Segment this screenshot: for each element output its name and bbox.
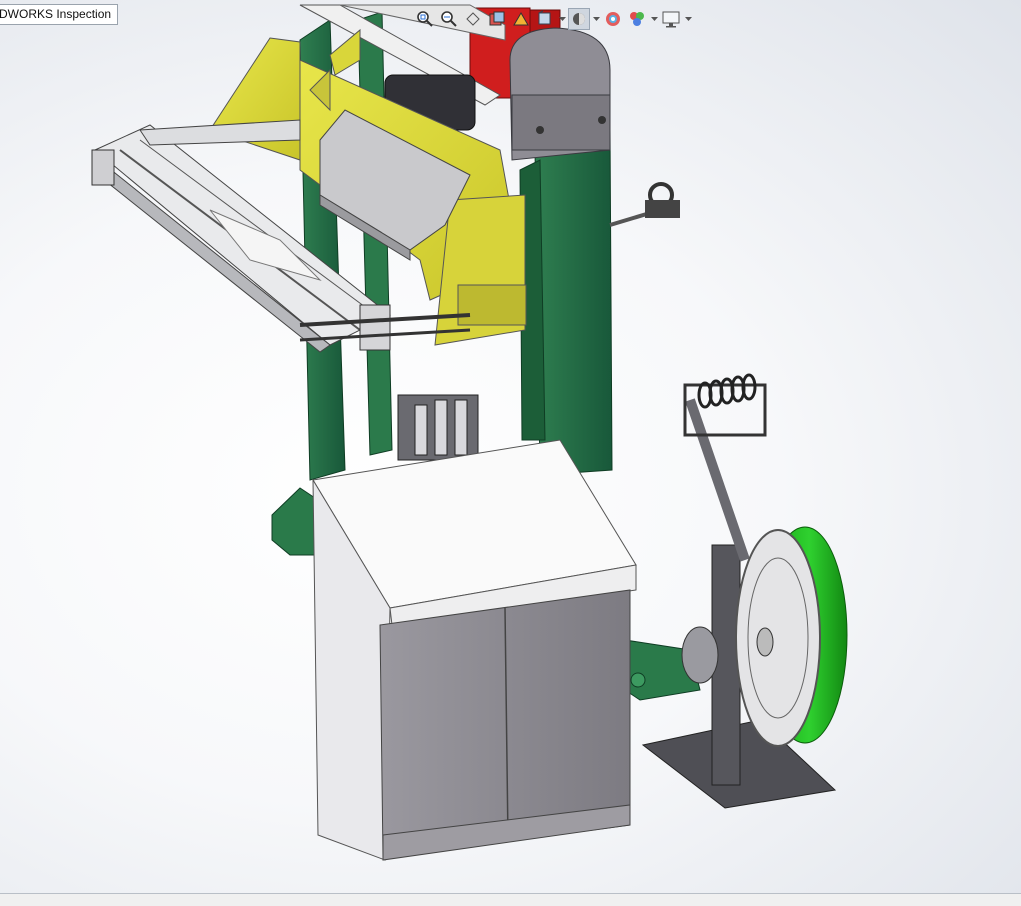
zoom-to-fit-icon[interactable]	[414, 8, 436, 30]
chevron-down-icon[interactable]	[558, 8, 566, 30]
chevron-down-icon[interactable]	[684, 8, 692, 30]
pneumatic-unit	[397, 394, 479, 461]
hide-show-icon[interactable]	[602, 8, 624, 30]
display-style-icon[interactable]	[568, 8, 590, 30]
status-bar	[0, 893, 1021, 906]
edit-appearance-icon[interactable]	[626, 8, 648, 30]
section-view-icon[interactable]	[486, 8, 508, 30]
control-cabinet	[312, 439, 637, 861]
apply-scene-icon[interactable]	[660, 8, 682, 30]
heads-up-view-toolbar	[414, 6, 692, 32]
reel-stand	[641, 373, 848, 809]
eye-bolt-arm	[609, 182, 680, 227]
previous-view-icon[interactable]	[462, 8, 484, 30]
cad-model-view[interactable]	[0, 0, 1021, 893]
zoom-to-area-icon[interactable]	[438, 8, 460, 30]
dynamic-annotation-icon[interactable]	[510, 8, 532, 30]
chevron-down-icon[interactable]	[592, 8, 600, 30]
graphics-area[interactable]: DWORKS Inspection	[0, 0, 1021, 893]
document-tab-label[interactable]: DWORKS Inspection	[0, 4, 119, 25]
chevron-down-icon[interactable]	[650, 8, 658, 30]
view-orientation-icon[interactable]	[534, 8, 556, 30]
